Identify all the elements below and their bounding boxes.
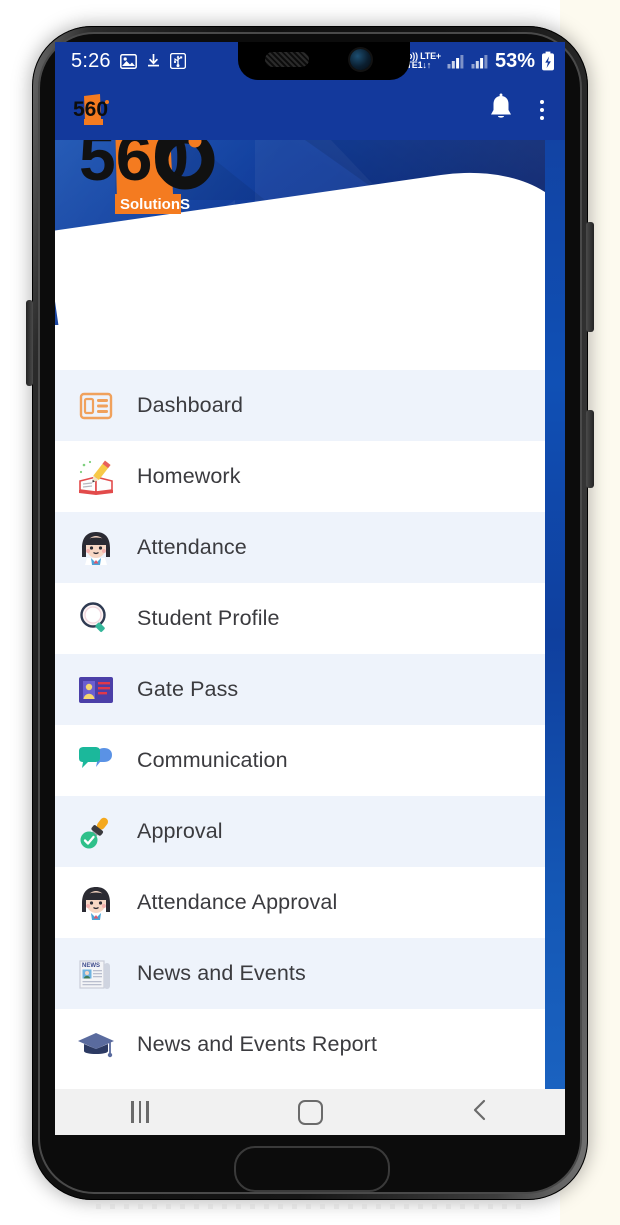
sidebar-item-news-and-events[interactable]: NEWS News and Events xyxy=(55,938,545,1009)
signal-bars-icon xyxy=(471,54,489,69)
phone-screen: 560 SolutionS Dashboard Homework Attenda… xyxy=(55,42,565,1135)
sidebar-item-attendance-approval[interactable]: Attendance Approval xyxy=(55,867,545,938)
drawer-scrim[interactable] xyxy=(545,80,565,1089)
side-button-left[interactable] xyxy=(26,300,33,386)
speech-bubbles-icon xyxy=(73,738,119,784)
navigation-drawer: 560 SolutionS Dashboard Homework Attenda… xyxy=(55,80,545,1089)
sidebar-item-label: Attendance xyxy=(137,535,247,559)
sidebar-item-student-profile[interactable]: Student Profile xyxy=(55,583,545,654)
app-bar-logo: 560 xyxy=(73,93,115,127)
home-icon xyxy=(297,1099,323,1125)
logo-subtitle: SolutionS xyxy=(120,196,190,213)
recents-icon xyxy=(131,1101,149,1123)
sidebar-item-homework[interactable]: Homework xyxy=(55,441,545,512)
bell-icon[interactable] xyxy=(487,93,515,128)
back-button[interactable] xyxy=(395,1089,565,1135)
app-bar: 560 xyxy=(55,80,565,140)
homework-icon xyxy=(73,454,119,500)
sidebar-item-news-and-events-report[interactable]: News and Events Report xyxy=(55,1009,545,1080)
status-time: 5:26 xyxy=(71,49,111,72)
sidebar-item-gate-pass[interactable]: Gate Pass xyxy=(55,654,545,725)
sidebar-item-label: Approval xyxy=(137,819,223,843)
image-icon xyxy=(119,53,137,69)
sidebar-item-label: Gate Pass xyxy=(137,677,239,701)
dashboard-icon xyxy=(73,383,119,429)
earpiece-speaker xyxy=(265,52,309,67)
svg-text:560: 560 xyxy=(73,98,108,121)
sidebar-item-approval[interactable]: Approval xyxy=(55,796,545,867)
more-vert-icon[interactable] xyxy=(531,96,553,124)
system-nav-bar xyxy=(55,1089,565,1135)
display-notch xyxy=(238,42,410,80)
download-icon xyxy=(146,53,161,69)
home-button[interactable] xyxy=(225,1089,395,1135)
usb-icon xyxy=(169,53,186,69)
sidebar-item-label: Attendance Approval xyxy=(137,890,338,914)
screenshot-root: 560 SolutionS Dashboard Homework Attenda… xyxy=(0,0,620,1225)
sidebar-item-communication[interactable]: Communication xyxy=(55,725,545,796)
back-icon xyxy=(470,1098,490,1127)
id-card-icon xyxy=(73,667,119,713)
sidebar-item-label: Homework xyxy=(137,464,241,488)
page-backdrop-top xyxy=(0,0,620,26)
newspaper-icon: NEWS xyxy=(73,951,119,997)
drawer-menu-list: Dashboard Homework Attendance Student Pr… xyxy=(55,370,545,1080)
sidebar-item-label: Communication xyxy=(137,748,288,772)
sidebar-item-label: News and Events xyxy=(137,961,306,985)
bottom-speaker-grille xyxy=(96,1204,524,1209)
battery-percent: 53% xyxy=(494,49,535,72)
stamp-icon xyxy=(73,809,119,855)
magnifier-icon xyxy=(73,596,119,642)
status-bar-left: 5:26 xyxy=(55,50,238,73)
recents-button[interactable] xyxy=(55,1089,225,1135)
sidebar-item-dashboard[interactable]: Dashboard xyxy=(55,370,545,441)
power-button[interactable] xyxy=(586,410,594,488)
graduation-cap-icon xyxy=(73,1022,119,1068)
svg-text:NEWS: NEWS xyxy=(82,963,100,969)
sidebar-item-label: Dashboard xyxy=(137,393,244,417)
battery-charging-icon xyxy=(541,51,555,71)
front-camera xyxy=(350,49,371,70)
sidebar-item-label: News and Events Report xyxy=(137,1032,378,1056)
student-avatar-icon xyxy=(73,880,119,926)
physical-home-button[interactable] xyxy=(234,1146,390,1192)
sidebar-item-attendance[interactable]: Attendance xyxy=(55,512,545,583)
student-avatar-icon xyxy=(73,525,119,571)
header-wave-base xyxy=(55,325,545,370)
volume-button[interactable] xyxy=(586,222,594,332)
signal-bars-icon xyxy=(447,54,465,69)
app-bar-actions xyxy=(487,93,553,128)
sidebar-item-label: Student Profile xyxy=(137,606,280,630)
